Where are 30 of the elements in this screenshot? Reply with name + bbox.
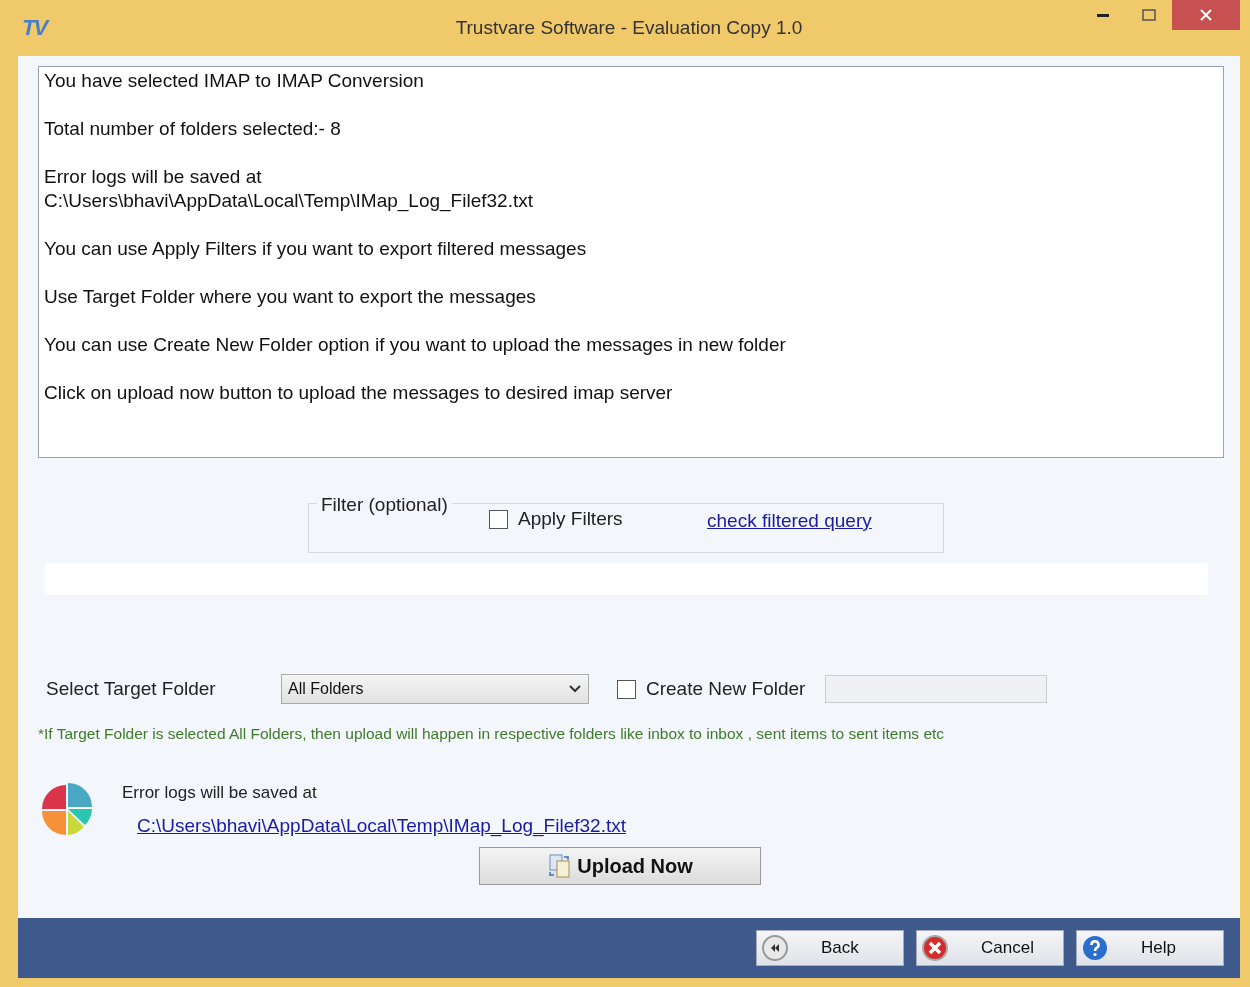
info-line: Error logs will be saved at C:\Users\bhavi\AppData\Local\Temp\IMap_Log_Filef32.txt (44, 165, 534, 213)
info-line: You can use Apply Filters if you want to export filtered messages (44, 237, 588, 261)
window-title: Trustvare Software - Evaluation Copy 1.0 (455, 17, 803, 38)
close-button[interactable] (1172, 0, 1240, 30)
info-line: Total number of folders selected:- 8 (44, 117, 342, 141)
minimize-icon (1097, 13, 1109, 17)
back-button[interactable]: Back (756, 930, 904, 966)
chevron-down-icon (568, 684, 582, 694)
log-label: Error logs will be saved at (122, 783, 318, 803)
hint-text: *If Target Folder is selected All Folders, then upload will happen in respective folders like inbox to inbox , sent items to sent items etc (38, 725, 946, 743)
rewind-icon (761, 934, 789, 962)
checkbox[interactable]: Create New Folder (617, 678, 806, 700)
close-icon (1199, 8, 1213, 22)
help-icon (1081, 934, 1109, 962)
info-line: Use Target Folder where you want to export the messages (44, 285, 537, 309)
maximize-icon (1142, 9, 1156, 21)
info-line: You can use Create New Folder option if you want to upload the messages in new folder (44, 333, 787, 357)
pie-chart-icon (40, 783, 94, 835)
folder-dropdown[interactable]: All Folders (281, 674, 589, 704)
log-path-link[interactable]: C:\Users\bhavi\AppData\Local\Temp\IMap_Log_Filef32.txt (137, 815, 626, 837)
check-query-link[interactable]: check filtered query (707, 510, 872, 532)
close-icon (921, 934, 949, 962)
app-logo: TV (22, 15, 47, 41)
info-line: Click on upload now button to upload the messages to desired imap server (44, 381, 674, 405)
help-button[interactable]: Help (1076, 930, 1224, 966)
upload-now-button[interactable]: Upload Now (479, 847, 761, 885)
info-line: You have selected IMAP to IMAP Conversion (44, 69, 425, 93)
field-label: Select Target Folder (46, 678, 217, 700)
cancel-button[interactable]: Cancel (916, 930, 1064, 966)
checkbox[interactable]: Apply Filters (489, 508, 623, 530)
